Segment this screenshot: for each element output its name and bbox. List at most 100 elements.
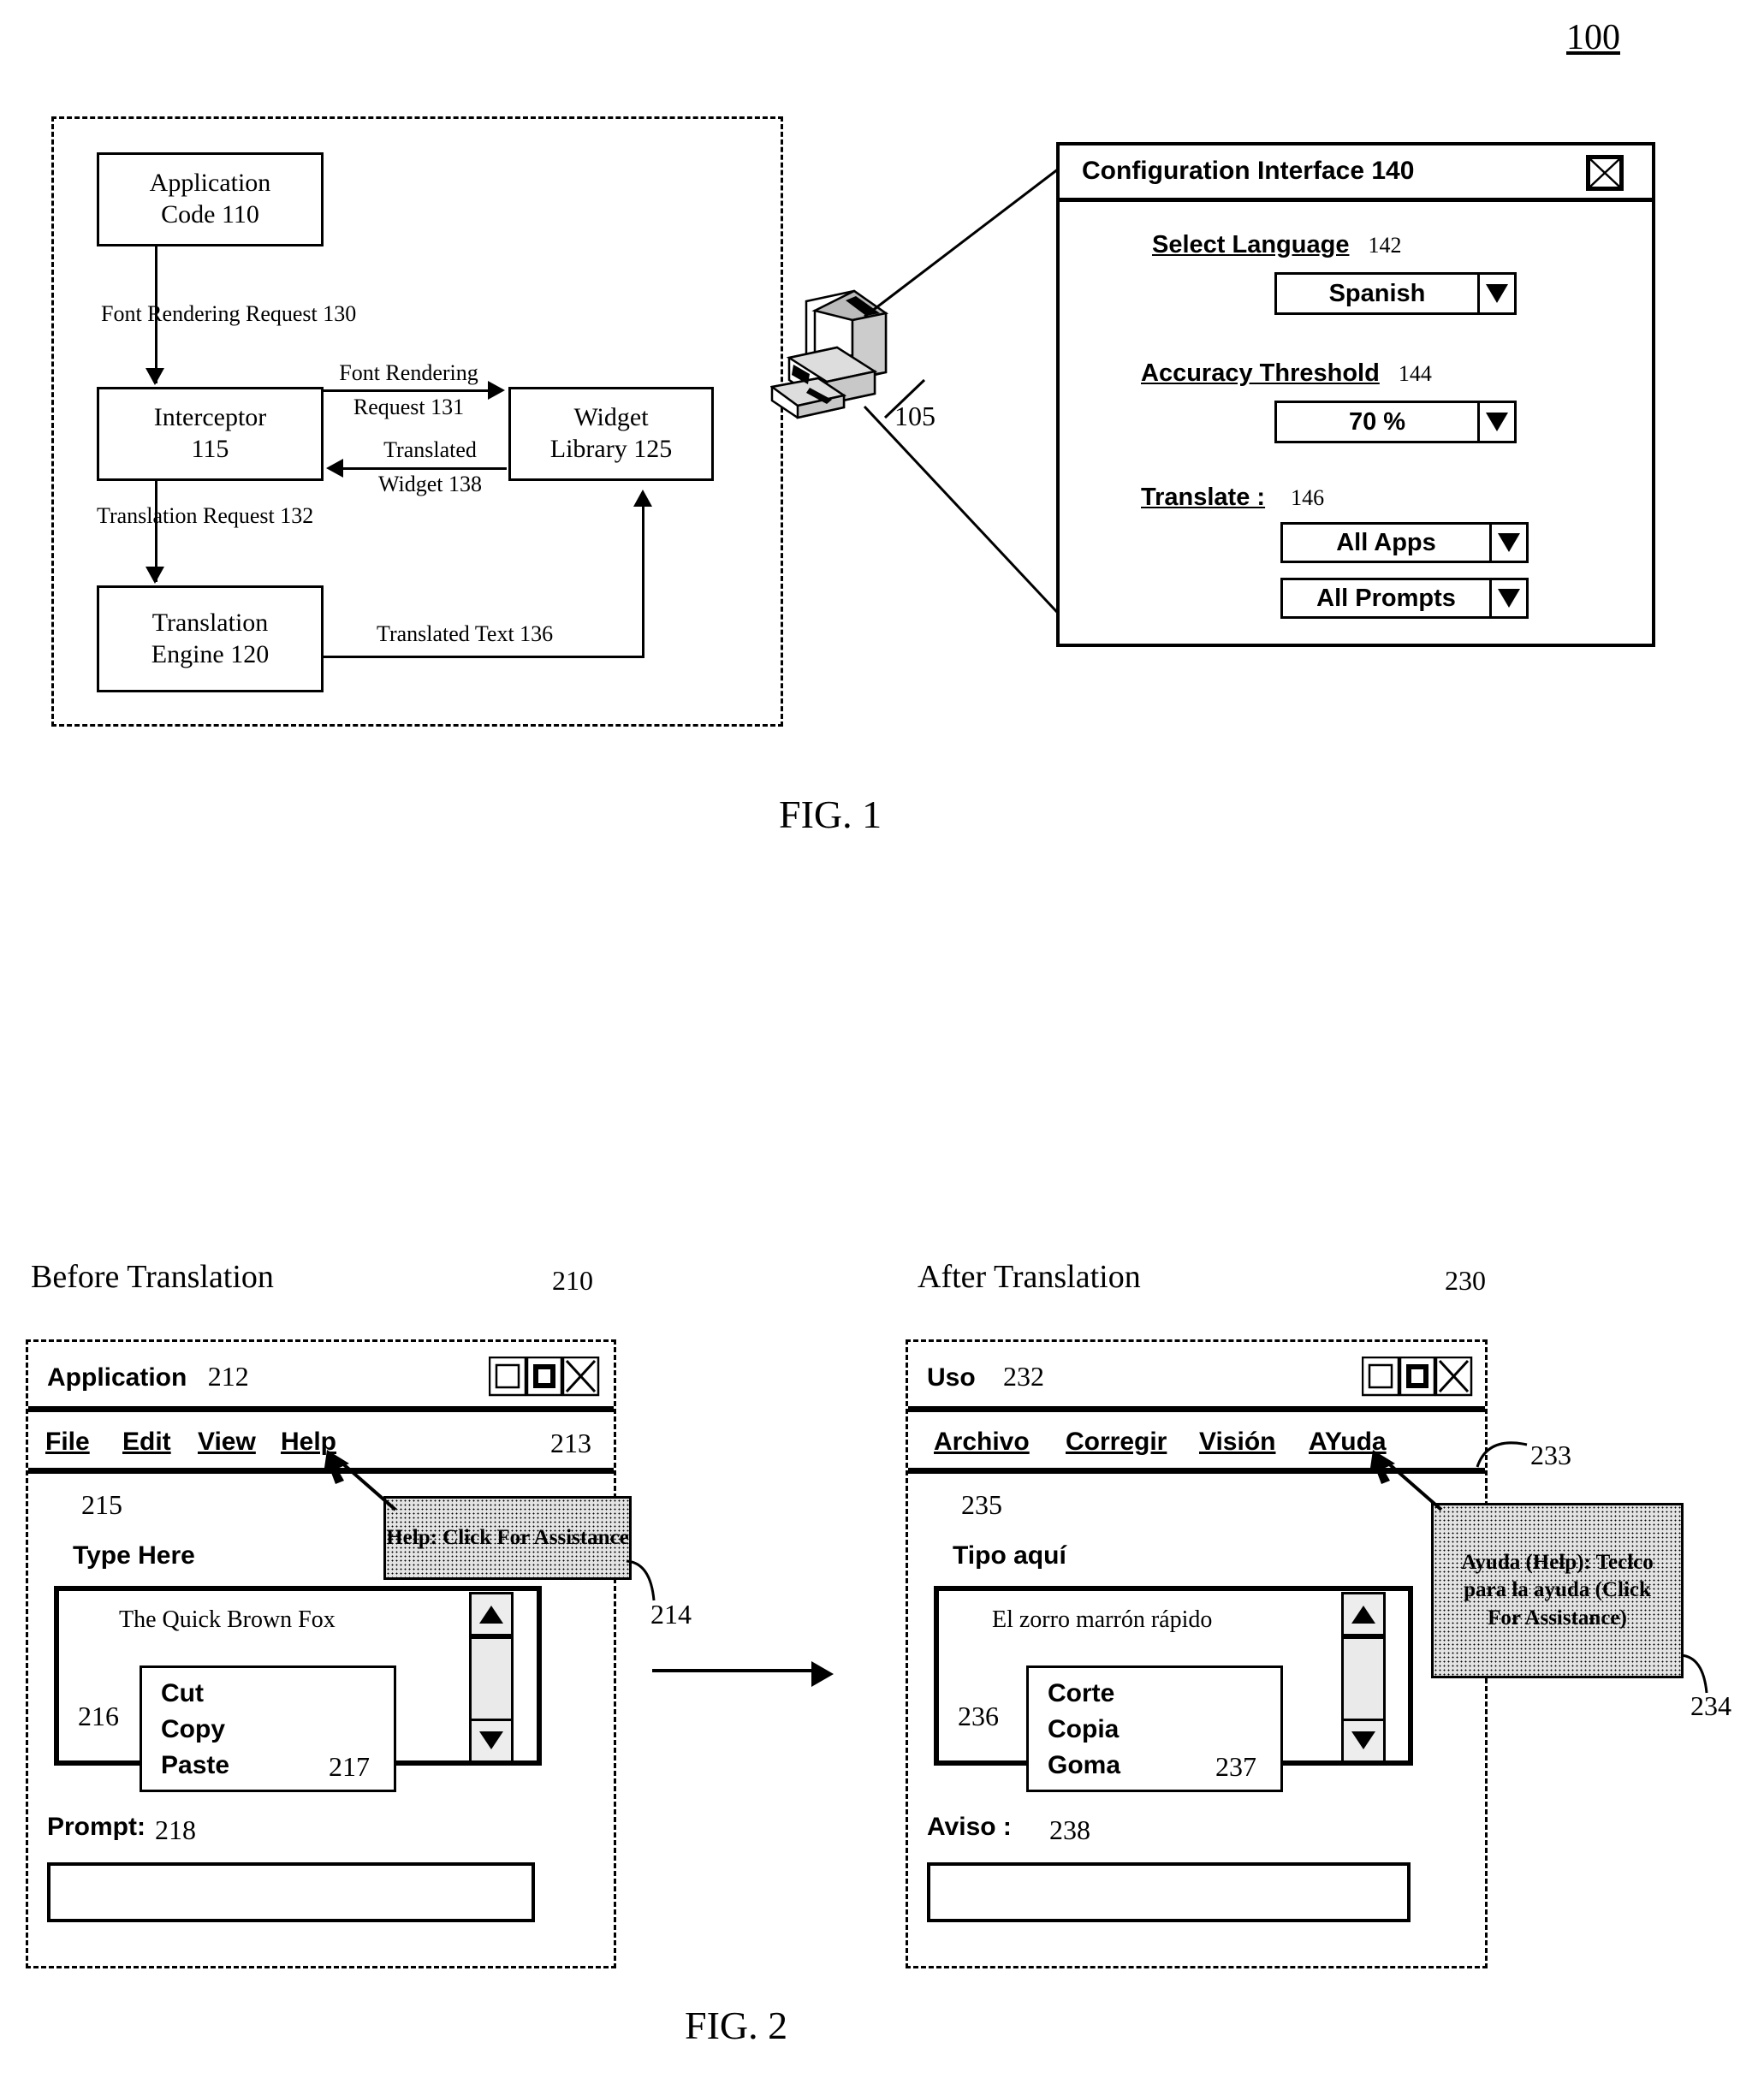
after-tooltip-ref: 234 [1690,1690,1731,1721]
config-title-bar: Configuration Interface 140 [1060,145,1652,202]
widget-library-box: Widget Library 125 [508,387,714,481]
context-menu-item-corte[interactable]: Corte [1048,1677,1114,1712]
after-context-menu-ref: 237 [1215,1751,1256,1782]
menu-item-corregir[interactable]: Corregir [1066,1428,1167,1457]
scroll-up-arrow-icon[interactable] [469,1592,514,1636]
arrow-131-shaft [324,389,490,392]
before-tooltip-ref: 214 [650,1599,692,1630]
accuracy-threshold-dropdown[interactable]: 70 % [1274,401,1517,443]
menu-item-archivo[interactable]: Archivo [934,1428,1030,1457]
translation-engine-line2: Engine 120 [151,639,270,668]
arrow-138-shaft [342,467,507,470]
chevron-down-icon[interactable] [1477,403,1514,441]
arrow-label-136: Translated Text 136 [377,621,554,646]
menu-item-file-label: File [45,1428,90,1456]
before-type-here-label: Type Here [73,1541,195,1570]
after-prompt-ref: 238 [1049,1814,1090,1845]
interceptor-box: Interceptor 115 [97,387,324,481]
translate-prompts-dropdown[interactable]: All Prompts [1280,578,1529,619]
before-scrollbar[interactable] [539,1586,542,1766]
arrow-label-138-line2: Widget 138 [378,472,482,496]
after-scroll-track[interactable] [1341,1636,1386,1727]
arrow-136-riser [642,505,644,658]
before-title-bar: Application 212 [28,1342,614,1412]
translation-engine-box: Translation Engine 120 [97,585,324,692]
before-prompt-label: Prompt: [47,1813,146,1841]
accuracy-threshold-label-text: Accuracy Threshold [1141,359,1380,387]
before-window-controls[interactable] [488,1356,600,1398]
context-menu-item-cut[interactable]: Cut [161,1677,204,1712]
select-language-label: Select Language 142 [1152,231,1402,259]
figure-top-reference: 100 [1566,17,1620,58]
before-window-title-ref: 212 [207,1361,249,1392]
after-content-ref: 235 [961,1489,1002,1520]
arrow-130-head [146,368,164,385]
arrow-label-138-line1: Translated [383,437,477,462]
before-prompt-ref: 218 [155,1814,196,1845]
after-context-menu[interactable]: Corte Copia Goma 237 [1026,1665,1283,1792]
config-title: Configuration Interface 140 [1082,157,1415,185]
arrow-132-head [146,567,164,584]
context-menu-item-copia[interactable]: Copia [1048,1713,1119,1748]
after-textarea-text: El zorro marrón rápido [992,1606,1213,1633]
menu-item-edit[interactable]: Edit [122,1428,171,1457]
context-menu-item-paste[interactable]: Paste [161,1749,229,1784]
before-tooltip-pointer [324,1446,401,1515]
application-code-line1: Application [149,169,271,198]
after-menubar-callout [1474,1433,1534,1474]
context-menu-item-copy[interactable]: Copy [161,1713,225,1748]
menu-item-archivo-label: Archivo [934,1428,1030,1456]
menu-item-edit-label: Edit [122,1428,171,1456]
menu-item-view[interactable]: View [198,1428,256,1457]
context-menu-item-goma[interactable]: Goma [1048,1749,1120,1784]
after-window[interactable]: Uso 232 Archivo Corregir Visión AYuda 23… [906,1339,1488,1968]
after-prompt-input[interactable] [927,1862,1411,1922]
after-tooltip-text: Ayuda (Help): Teclco para la ayuda (Clic… [1461,1550,1654,1630]
scroll-up-arrow-icon[interactable] [1341,1592,1386,1636]
widget-library-line2: Library 125 [549,435,673,463]
arrow-label-131-line1: Font Rendering [339,360,478,385]
after-menubar-ref: 233 [1530,1440,1571,1470]
after-tooltip: Ayuda (Help): Teclco para la ayuda (Clic… [1431,1503,1684,1678]
after-tooltip-pointer [1369,1446,1446,1515]
after-translation-ref: 230 [1445,1265,1486,1296]
close-icon[interactable] [1586,155,1624,191]
before-content-ref: 215 [81,1489,122,1520]
translate-apps-value: All Apps [1336,528,1436,556]
application-code-box: Application Code 110 [97,152,324,246]
scroll-down-arrow-icon[interactable] [469,1719,514,1763]
configuration-interface-window[interactable]: Configuration Interface 140 Select Langu… [1056,142,1655,647]
after-window-controls[interactable] [1361,1356,1473,1398]
before-window-title: Application 212 [47,1361,249,1392]
interceptor-line1: Interceptor [153,403,267,432]
before-menu-bar[interactable]: File Edit View Help 213 [28,1412,614,1474]
before-context-menu[interactable]: Cut Copy Paste 217 [140,1665,396,1792]
before-prompt-input[interactable] [47,1862,535,1922]
chevron-down-icon[interactable] [1489,580,1526,616]
after-window-title: Uso 232 [927,1361,1044,1392]
after-window-title-text: Uso [927,1363,976,1392]
arrow-label-131-line2: Request 131 [353,395,465,419]
before-context-menu-ref: 217 [329,1751,370,1782]
before-scroll-track[interactable] [469,1636,514,1727]
application-code-line2: Code 110 [161,200,259,229]
scroll-down-arrow-icon[interactable] [1341,1719,1386,1763]
menu-item-file[interactable]: File [45,1428,90,1457]
arrow-label-138b: Widget 138 [342,472,518,497]
select-language-label-text: Select Language [1152,231,1350,258]
chevron-down-icon[interactable] [1477,275,1514,312]
before-window-title-text: Application [47,1363,187,1392]
fig2-caption: FIG. 2 [685,2004,788,2047]
arrow-label-132: Translation Request 132 [97,503,314,528]
menu-item-view-label: View [198,1428,256,1456]
menu-item-vision[interactable]: Visión [1199,1428,1275,1457]
chevron-down-icon[interactable] [1489,525,1526,561]
select-language-dropdown[interactable]: Spanish [1274,272,1517,315]
translate-ref: 146 [1291,485,1325,510]
translate-apps-dropdown[interactable]: All Apps [1280,522,1529,563]
accuracy-threshold-ref: 144 [1398,361,1432,386]
before-window[interactable]: Application 212 File Edit View Help 213 … [26,1339,616,1968]
translation-engine-line1: Translation [151,608,269,637]
widget-library-line1: Widget [573,403,649,432]
translate-label-text: Translate : [1141,484,1266,511]
